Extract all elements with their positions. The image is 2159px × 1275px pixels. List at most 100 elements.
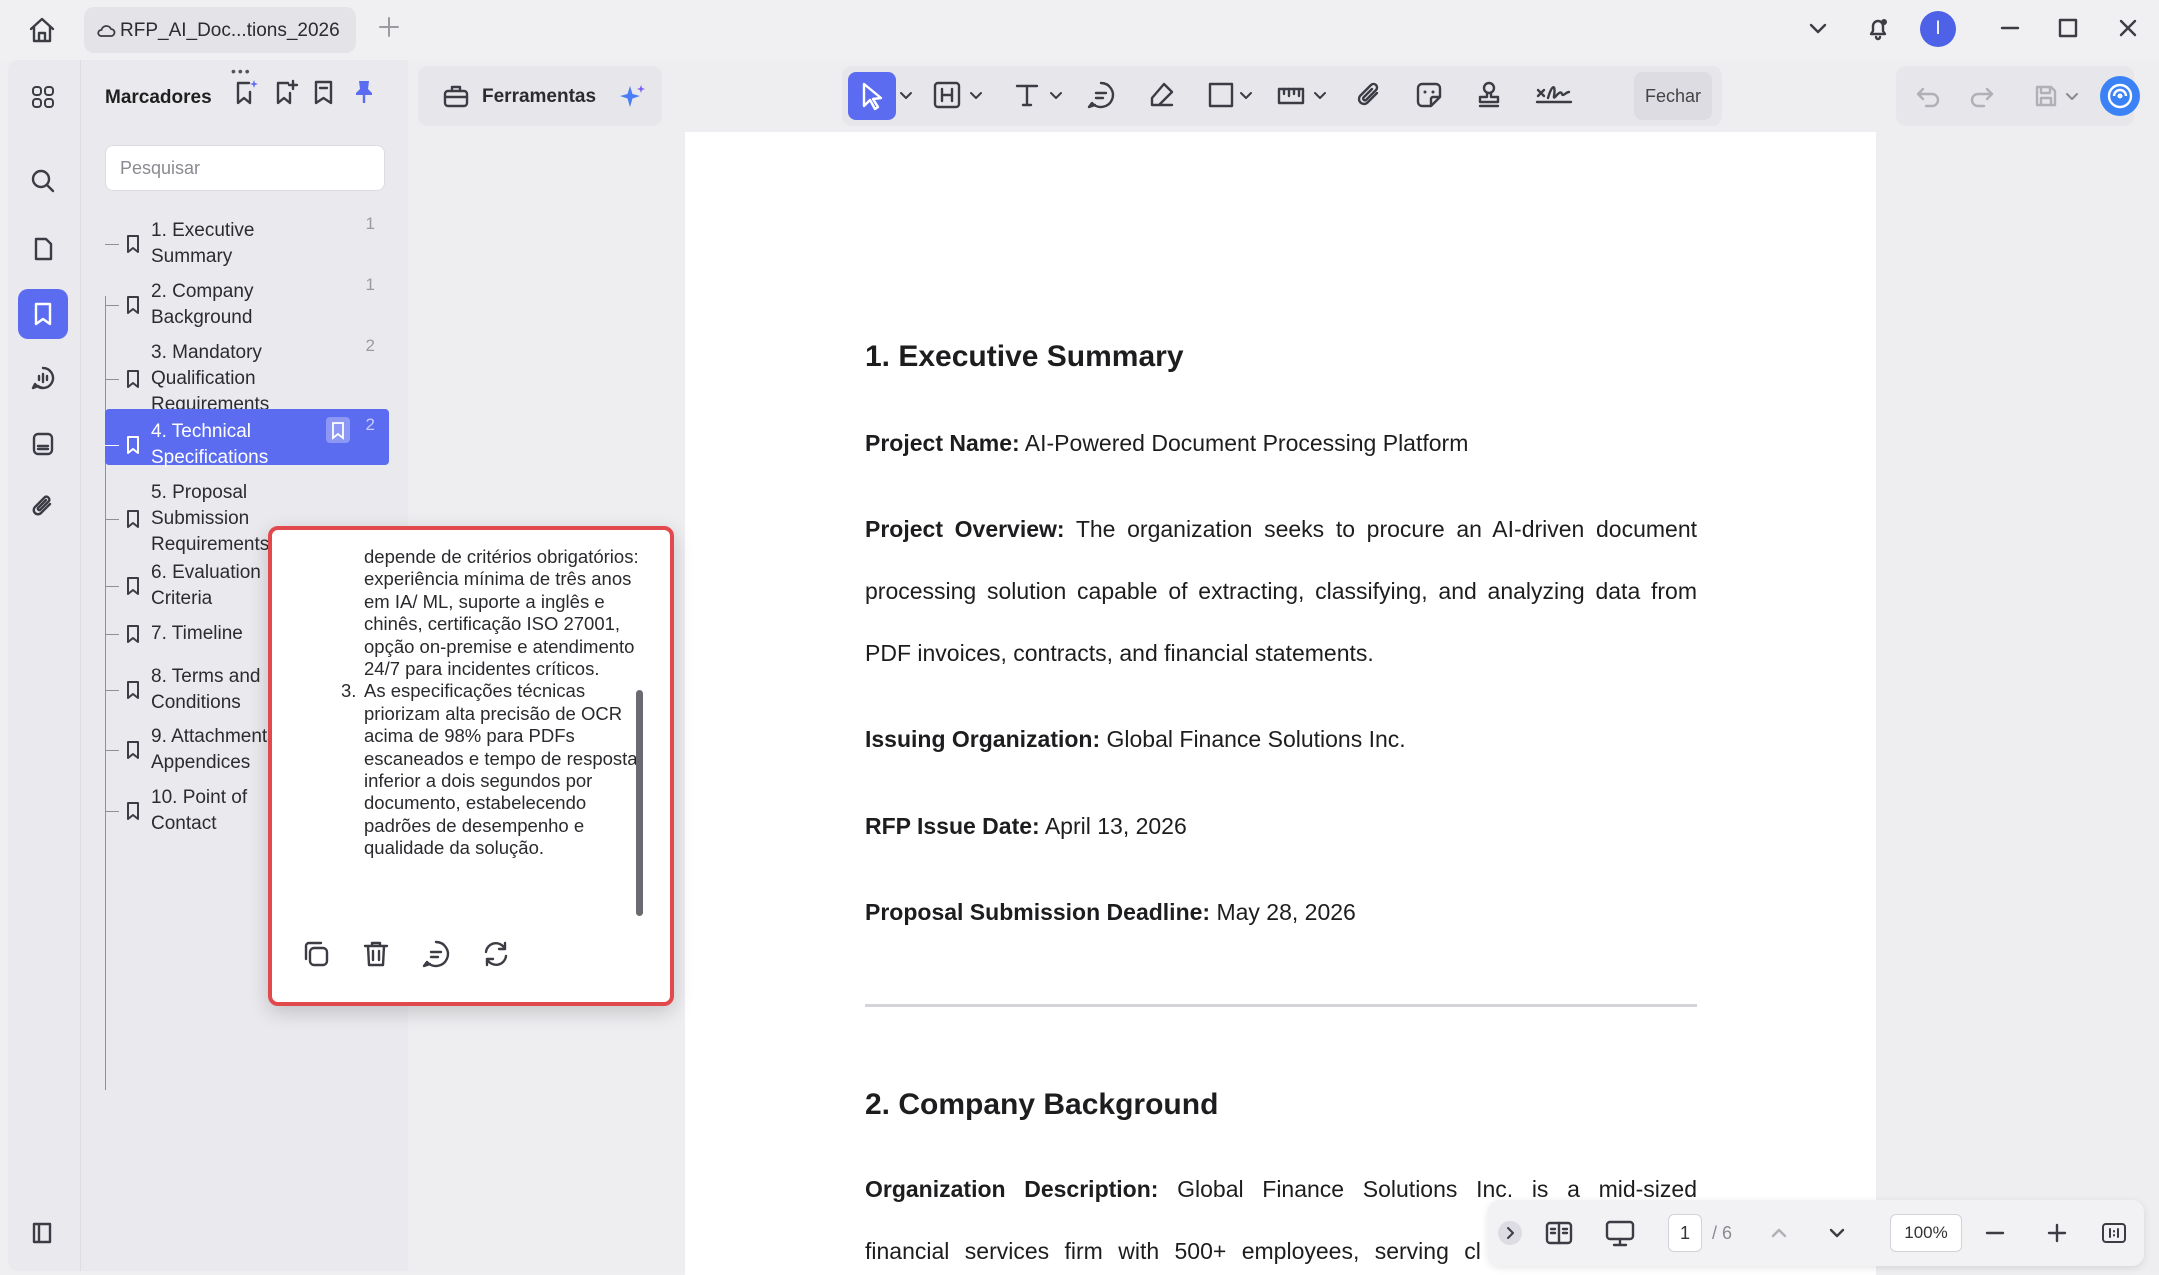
bookmark-item[interactable]: 3. Mandatory Qualification Requirements 2 <box>105 330 389 415</box>
bookmark-options-icon[interactable] <box>311 78 337 106</box>
popup-scrollbar[interactable] <box>636 690 643 916</box>
ai-sparkle-icon[interactable] <box>618 82 648 112</box>
undo-icon[interactable] <box>1914 82 1942 110</box>
bookmark-item[interactable]: 1. Executive Summary 1 <box>105 208 389 267</box>
field-value: Global Finance Solutions Inc. is a mid-s… <box>1177 1176 1697 1202</box>
chevron-down-icon[interactable] <box>1238 80 1254 110</box>
add-tab-icon[interactable] <box>376 14 402 40</box>
document-tab[interactable]: RFP_AI_Doc...tions_2026 <box>84 7 356 53</box>
add-bookmark-icon[interactable] <box>273 78 299 106</box>
stamp-panel-icon[interactable] <box>18 419 68 469</box>
highlighter-icon[interactable] <box>1146 80 1176 110</box>
drag-handle[interactable]: ••• <box>231 63 252 79</box>
chevron-down-icon[interactable] <box>1804 14 1832 42</box>
close-window-icon[interactable] <box>2114 14 2142 42</box>
bookmark-icon <box>125 295 141 315</box>
chevron-down-icon[interactable] <box>2064 82 2080 110</box>
document-page: 1. Executive Summary Project Name: AI-Po… <box>685 132 1876 1275</box>
maximize-icon[interactable] <box>2054 14 2082 42</box>
text-tool-icon[interactable] <box>1012 80 1042 110</box>
sticker-icon[interactable] <box>1414 80 1444 110</box>
sidebar-settings-icon[interactable] <box>18 1208 68 1258</box>
heading-company-background: 2. Company Background <box>865 1088 1219 1121</box>
chevron-down-icon[interactable] <box>1048 80 1064 110</box>
popup-content: depende de critérios obrigatórios: exper… <box>278 546 648 860</box>
attachments-icon[interactable] <box>18 481 68 531</box>
shape-icon[interactable] <box>1206 80 1236 110</box>
tools-button[interactable]: Ferramentas <box>418 66 662 126</box>
cloud-icon <box>96 23 116 39</box>
title-bar: RFP_AI_Doc...tions_2026 I <box>0 0 2159 60</box>
tree-connector <box>105 750 119 751</box>
page-number-input[interactable]: 1 <box>1668 1214 1702 1252</box>
field-value: The organization seeks to procure an AI-… <box>1075 516 1698 542</box>
field-label: RFP Issue Date: <box>865 813 1040 839</box>
bookmarks-icon[interactable] <box>18 289 68 339</box>
refresh-icon[interactable] <box>480 938 512 970</box>
field-label: Organization Description: <box>865 1176 1159 1202</box>
bookmark-page-count: 2 <box>365 415 375 434</box>
zoom-level[interactable]: 100% <box>1890 1214 1962 1252</box>
delete-icon[interactable] <box>360 938 392 970</box>
attachment-icon[interactable] <box>1354 80 1384 110</box>
overview-line-1: Project Overview: The organization seeks… <box>865 498 1697 560</box>
avatar[interactable]: I <box>1920 11 1956 47</box>
signature-icon[interactable] <box>1534 80 1574 110</box>
bookmark-icon <box>125 435 141 455</box>
comment-icon[interactable] <box>420 938 452 970</box>
chevron-down-icon[interactable] <box>1312 80 1328 110</box>
tree-connector <box>105 305 119 306</box>
redo-icon[interactable] <box>1968 82 1996 110</box>
actual-size-icon[interactable] <box>2100 1220 2128 1246</box>
ai-bookmark-icon[interactable] <box>233 78 259 106</box>
search-icon[interactable] <box>18 156 68 206</box>
pin-icon[interactable] <box>351 78 377 106</box>
page-navigation-bar: 1 / 6 100% <box>1488 1200 2144 1266</box>
next-page-icon[interactable] <box>1824 1220 1850 1246</box>
chevron-down-icon[interactable] <box>968 80 984 110</box>
ai-assistant-icon[interactable] <box>2100 76 2140 116</box>
save-icon[interactable] <box>2032 82 2060 110</box>
tree-connector <box>105 811 119 812</box>
presentation-icon[interactable] <box>1604 1218 1636 1248</box>
bookmark-item[interactable]: 4. Technical Specifications 2 <box>105 409 389 468</box>
copy-icon[interactable] <box>300 938 332 970</box>
bookmark-page-count: 1 <box>365 214 375 233</box>
field-label: Project Overview: <box>865 516 1065 542</box>
overview-line-2: processing solution capable of extractin… <box>865 578 1697 604</box>
page-total: / 6 <box>1712 1223 1733 1243</box>
heading-executive-summary: 1. Executive Summary <box>865 340 1184 373</box>
notification-bell-icon[interactable] <box>1864 14 1892 42</box>
bookmark-summary-popup: depende de critérios obrigatórios: exper… <box>268 526 674 1006</box>
bookmark-icon <box>125 576 141 596</box>
zoom-out-icon[interactable] <box>1982 1220 2008 1246</box>
toolbox-icon <box>442 83 470 109</box>
chevron-down-icon[interactable] <box>898 80 914 110</box>
reading-mode-icon[interactable] <box>1544 1218 1574 1248</box>
thumbnails-icon[interactable] <box>18 72 68 122</box>
bookmark-page-count: 1 <box>365 275 375 294</box>
bookmark-search-input[interactable] <box>105 145 385 191</box>
measure-icon[interactable] <box>1276 80 1306 110</box>
bookmark-item[interactable]: 2. Company Background 1 <box>105 269 389 328</box>
bookmark-ai-badge[interactable] <box>326 417 350 443</box>
field-label: Project Name: <box>865 430 1020 456</box>
home-icon[interactable] <box>26 14 58 46</box>
field-label: Issuing Organization: <box>865 726 1101 752</box>
left-rail <box>8 60 80 1271</box>
close-toolbar-button[interactable]: Fechar <box>1634 72 1712 120</box>
minimize-icon[interactable] <box>1996 14 2024 42</box>
select-tool[interactable] <box>848 72 896 120</box>
expand-icon[interactable] <box>1498 1221 1522 1245</box>
pages-icon[interactable] <box>18 224 68 274</box>
popup-item-text: As especificações técnicas priorizam alt… <box>364 680 638 859</box>
comment-icon[interactable] <box>1086 80 1116 110</box>
comments-icon[interactable] <box>18 353 68 403</box>
previous-page-icon[interactable] <box>1766 1220 1792 1246</box>
textbox-icon[interactable] <box>932 80 962 110</box>
bookmark-page-count: 2 <box>365 336 375 355</box>
tree-connector <box>105 519 119 520</box>
zoom-in-icon[interactable] <box>2044 1220 2070 1246</box>
stamp-icon[interactable] <box>1474 80 1504 110</box>
issue-date-line: RFP Issue Date: April 13, 2026 <box>865 795 1697 857</box>
